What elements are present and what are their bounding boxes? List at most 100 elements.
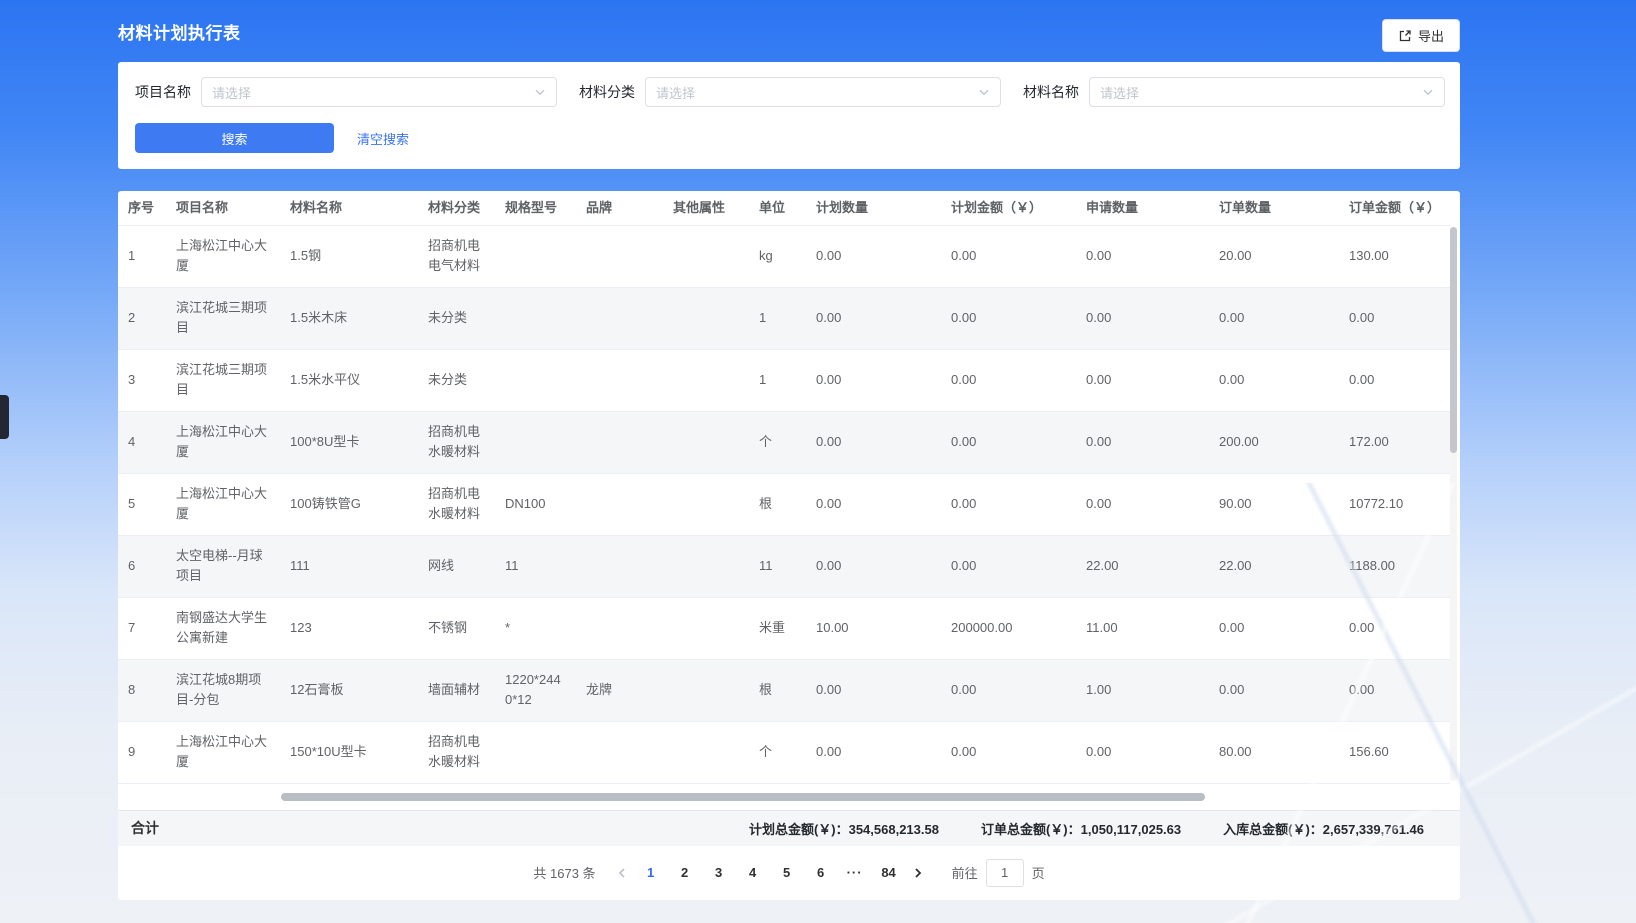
pagination: 共 1673 条 123456···84 前往 页 — [118, 846, 1460, 900]
project-name-label: 项目名称 — [135, 82, 191, 102]
table-cell: 太空电梯--月球项目 — [166, 535, 280, 597]
pagination-prev-button[interactable] — [610, 867, 634, 879]
column-header: 单位 — [749, 191, 806, 225]
table-row: 4上海松江中心大厦100*8U型卡招商机电水暖材料个0.000.000.0020… — [118, 411, 1450, 473]
table-cell: 个 — [749, 721, 806, 783]
table-cell: 根 — [749, 659, 806, 721]
export-label: 导出 — [1418, 26, 1444, 45]
goto-label: 前往 — [952, 863, 978, 882]
column-header: 计划金额（￥） — [941, 191, 1076, 225]
table-cell: 0.00 — [1076, 287, 1209, 349]
table-cell: 100铸铁管G — [280, 473, 418, 535]
project-name-filter: 项目名称 请选择 — [135, 77, 557, 107]
table-cell — [663, 225, 749, 287]
table-cell — [576, 721, 663, 783]
row-index-cell: 1 — [118, 225, 166, 287]
table-cell — [576, 597, 663, 659]
material-name-filter: 材料名称 请选择 — [1023, 77, 1445, 107]
table-cell — [663, 349, 749, 411]
table-cell: 22.00 — [1076, 535, 1209, 597]
table-row: 1上海松江中心大厦1.5钢招商机电电气材料kg0.000.000.0020.00… — [118, 225, 1450, 287]
material-category-filter: 材料分类 请选择 — [579, 77, 1001, 107]
goto-suffix: 页 — [1032, 863, 1045, 882]
pagination-page-5[interactable]: 5 — [772, 859, 802, 887]
table-cell: 11 — [749, 535, 806, 597]
pagination-pages: 123456···84 — [634, 859, 906, 887]
pagination-more-button[interactable]: ··· — [840, 859, 870, 887]
table-row: 9上海松江中心大厦150*10U型卡招商机电水暖材料个0.000.000.008… — [118, 721, 1450, 783]
material-category-select[interactable]: 请选择 — [645, 77, 1001, 107]
table-cell: 根 — [749, 473, 806, 535]
row-index-cell: 9 — [118, 721, 166, 783]
table-cell: 150*10U型卡 — [280, 721, 418, 783]
table-cell: 滨江花城8期项目-分包 — [166, 659, 280, 721]
table-cell — [663, 535, 749, 597]
table-cell: 172.00 — [1339, 411, 1450, 473]
table-cell: 0.00 — [806, 659, 941, 721]
goto-page-input[interactable] — [986, 859, 1024, 887]
table-cell: 0.00 — [1339, 349, 1450, 411]
material-name-label: 材料名称 — [1023, 82, 1079, 102]
table-cell — [495, 225, 576, 287]
table-row: 5上海松江中心大厦100铸铁管G招商机电水暖材料DN100根0.000.000.… — [118, 473, 1450, 535]
chevron-right-icon — [912, 867, 924, 879]
pagination-next-button[interactable] — [906, 867, 930, 879]
pagination-page-1[interactable]: 1 — [636, 859, 666, 887]
sidebar-collapsed-tab[interactable] — [0, 395, 9, 439]
table-cell: 0.00 — [941, 411, 1076, 473]
table-cell — [576, 287, 663, 349]
table-cell: 20.00 — [1209, 225, 1339, 287]
pagination-page-6[interactable]: 6 — [806, 859, 836, 887]
pagination-page-2[interactable]: 2 — [670, 859, 700, 887]
table-cell: 1 — [749, 349, 806, 411]
column-header: 序号 — [118, 191, 166, 225]
column-header: 计划数量 — [806, 191, 941, 225]
table-cell: 0.00 — [1209, 659, 1339, 721]
column-header: 订单数量 — [1209, 191, 1339, 225]
table-cell: 龙牌 — [576, 659, 663, 721]
row-index-cell: 5 — [118, 473, 166, 535]
clear-search-link[interactable]: 清空搜索 — [357, 129, 409, 148]
table-cell: 200.00 — [1209, 411, 1339, 473]
column-header: 品牌 — [576, 191, 663, 225]
table-cell: 111 — [280, 535, 418, 597]
material-name-placeholder: 请选择 — [1100, 83, 1422, 102]
table-cell: 招商机电水暖材料 — [418, 473, 495, 535]
table-cell: 0.00 — [1076, 721, 1209, 783]
table-cell — [576, 473, 663, 535]
table-cell: 0.00 — [941, 535, 1076, 597]
pagination-page-4[interactable]: 4 — [738, 859, 768, 887]
row-index-cell: 4 — [118, 411, 166, 473]
row-index-cell: 6 — [118, 535, 166, 597]
table-cell: 滨江花城三期项目 — [166, 349, 280, 411]
table-cell: 上海松江中心大厦 — [166, 225, 280, 287]
table-cell — [663, 411, 749, 473]
pagination-page-84[interactable]: 84 — [874, 859, 904, 887]
table-card: 序号项目名称材料名称材料分类规格型号品牌其他属性单位计划数量计划金额（￥）申请数… — [118, 191, 1460, 900]
export-button[interactable]: 导出 — [1382, 19, 1460, 52]
table-cell: 156.60 — [1339, 721, 1450, 783]
table-row: 3滨江花城三期项目1.5米水平仪未分类10.000.000.000.000.00 — [118, 349, 1450, 411]
table-cell — [576, 225, 663, 287]
search-button[interactable]: 搜索 — [135, 123, 334, 153]
horizontal-scrollbar[interactable] — [281, 793, 1205, 801]
material-name-select[interactable]: 请选择 — [1089, 77, 1445, 107]
material-table: 序号项目名称材料名称材料分类规格型号品牌其他属性单位计划数量计划金额（￥）申请数… — [118, 191, 1450, 784]
table-row: 6太空电梯--月球项目111网线11110.000.0022.0022.0011… — [118, 535, 1450, 597]
table-cell: 1.00 — [1076, 659, 1209, 721]
material-category-placeholder: 请选择 — [656, 83, 978, 102]
table-cell: 0.00 — [806, 473, 941, 535]
table-cell: 10772.10 — [1339, 473, 1450, 535]
vertical-scrollbar[interactable] — [1450, 227, 1457, 781]
table-cell: 0.00 — [941, 473, 1076, 535]
chevron-left-icon — [616, 867, 628, 879]
table-cell: 0.00 — [806, 535, 941, 597]
project-name-select[interactable]: 请选择 — [201, 77, 557, 107]
chevron-down-icon — [534, 86, 546, 98]
vertical-scrollbar-thumb[interactable] — [1450, 227, 1457, 453]
table-cell: 上海松江中心大厦 — [166, 473, 280, 535]
table-cell: 22.00 — [1209, 535, 1339, 597]
table-cell: 0.00 — [941, 349, 1076, 411]
table-cell: 123 — [280, 597, 418, 659]
pagination-page-3[interactable]: 3 — [704, 859, 734, 887]
